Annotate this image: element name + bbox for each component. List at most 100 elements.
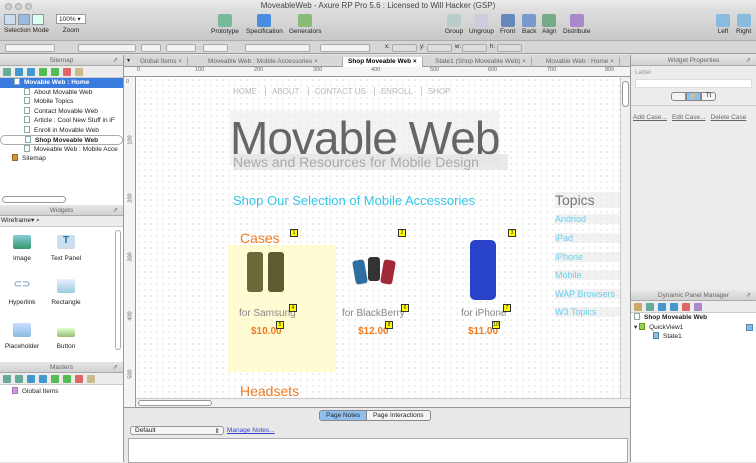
edit-state-icon[interactable] <box>694 303 702 311</box>
add-page-icon[interactable] <box>3 68 11 76</box>
widget-rectangle[interactable]: Rectangle <box>41 279 91 306</box>
widget-text-panel[interactable]: T Text Panel <box>41 235 91 262</box>
topic-link[interactable]: Mobile <box>555 270 620 280</box>
sitemap-item[interactable]: Moveable Web : Mobile Acce <box>0 144 123 155</box>
canvas-horizontal-scrollbar[interactable] <box>136 398 630 407</box>
delete-page-icon[interactable] <box>63 68 71 76</box>
tab-movable-web-home[interactable]: Movable Web : Home × <box>541 57 620 67</box>
master-item[interactable]: Global Items <box>0 387 123 397</box>
prototype-button[interactable]: Prototype <box>211 14 239 35</box>
delete-case-link[interactable]: Delete Case <box>711 114 747 121</box>
y-input[interactable] <box>427 44 452 52</box>
sitemap-item[interactable]: Contact Movable Web <box>0 106 123 117</box>
move-up-icon[interactable] <box>658 303 666 311</box>
widget-button[interactable]: Button <box>41 323 91 350</box>
pin-icon[interactable]: ⇗ <box>746 290 751 301</box>
indent-icon[interactable] <box>51 375 59 383</box>
outdent-icon[interactable] <box>51 68 59 76</box>
tab-page-notes[interactable]: Page Notes <box>320 411 366 420</box>
left-panel-toggle[interactable]: Left <box>716 14 730 35</box>
tab-mobile-accessories[interactable]: Moveable Web : Mobile Accessories × <box>203 57 343 67</box>
delete-icon[interactable] <box>682 303 690 311</box>
sitemap-item[interactable]: Mobile Topics <box>0 97 123 107</box>
product-name[interactable]: for iPhone <box>461 308 507 319</box>
tab-state1[interactable]: State1 (Shop Moveable Web) × <box>430 57 532 67</box>
back-button[interactable]: Back <box>522 14 536 35</box>
topic-link[interactable]: WAP Browsers <box>555 289 620 299</box>
notes-select[interactable]: Default ⇕ <box>130 426 224 435</box>
move-up-icon[interactable] <box>15 68 23 76</box>
design-canvas[interactable]: HOME ABOUT CONTACT US ENROLL SHOP Movable We… <box>136 77 620 398</box>
group-button[interactable]: Group <box>445 14 463 35</box>
iphone-case-image[interactable] <box>470 240 496 300</box>
sitemap-item[interactable]: About Movable Web <box>0 87 123 98</box>
formatting-icon[interactable]: Tt <box>701 92 716 101</box>
connector-mode-icon[interactable] <box>32 14 44 25</box>
add-panel-icon[interactable] <box>634 303 642 311</box>
topic-link[interactable]: iPad <box>555 233 620 243</box>
sitemap-node[interactable]: Sitemap <box>0 154 123 164</box>
move-down-icon[interactable] <box>27 68 35 76</box>
nav-contact[interactable]: CONTACT US <box>314 87 375 96</box>
dp-page-item[interactable]: Shop Moveable Web <box>631 313 756 323</box>
tab-global-items[interactable]: Global Items × <box>135 57 189 67</box>
border-buttons[interactable] <box>320 44 370 52</box>
zoom-window-button[interactable] <box>25 3 32 10</box>
widget-library-select[interactable]: Wireframe▾ ⌕ <box>0 216 123 227</box>
scroll-thumb[interactable] <box>622 81 629 107</box>
x-input[interactable] <box>392 44 417 52</box>
h-input[interactable] <box>497 44 522 52</box>
footnote-marker[interactable]: 3 <box>508 229 516 237</box>
add-folder-icon[interactable] <box>15 375 23 383</box>
tab-menu-icon[interactable]: ▾ <box>127 57 130 64</box>
product-name[interactable]: for BlackBerry <box>342 308 405 319</box>
text-style-buttons[interactable] <box>166 44 196 52</box>
text-color-button[interactable] <box>203 44 228 52</box>
panel-visibility-icon[interactable] <box>746 323 753 331</box>
pin-icon[interactable]: ⇗ <box>746 55 751 66</box>
topic-link[interactable]: iPhone <box>555 252 620 262</box>
nav-shop[interactable]: SHOP <box>428 87 451 96</box>
specification-button[interactable]: Specification <box>246 14 283 35</box>
tab-page-interactions[interactable]: Page Interactions <box>365 411 430 420</box>
canvas-vertical-scrollbar[interactable] <box>620 77 630 398</box>
dp-state-item[interactable]: State1 <box>631 332 756 342</box>
interactions-icon[interactable]: ⚡ <box>686 92 701 101</box>
master-properties-icon[interactable] <box>87 375 95 383</box>
selection-mode-group[interactable]: Selection Mode <box>4 14 49 34</box>
style-select[interactable] <box>5 44 55 52</box>
dp-panel-item[interactable]: ▾ QuickView1 <box>631 322 756 333</box>
nav-enroll[interactable]: ENROLL <box>380 87 422 96</box>
footnote-marker[interactable]: 6 <box>401 304 409 312</box>
nav-about[interactable]: ABOUT <box>272 87 309 96</box>
footnote-marker[interactable]: 4 <box>289 304 297 312</box>
nav-home[interactable]: HOME <box>233 87 266 96</box>
product-name[interactable]: for Samsung <box>239 308 296 319</box>
footnote-marker[interactable]: 2 <box>398 229 406 237</box>
scroll-thumb[interactable] <box>138 400 212 406</box>
blackberry-case-image[interactable] <box>352 259 368 285</box>
horizontal-scrollbar[interactable] <box>2 196 66 203</box>
samsung-case-image[interactable] <box>247 252 263 292</box>
ungroup-button[interactable]: Ungroup <box>469 14 494 35</box>
minimize-window-button[interactable] <box>15 3 22 10</box>
select-intersect-icon[interactable] <box>4 14 16 25</box>
w-input[interactable] <box>462 44 487 52</box>
front-button[interactable]: Front <box>500 14 515 35</box>
widgets-scrollbar[interactable] <box>115 230 121 350</box>
indent-icon[interactable] <box>39 68 47 76</box>
topic-link[interactable]: Andriod <box>555 214 620 224</box>
outdent-icon[interactable] <box>63 375 71 383</box>
move-down-icon[interactable] <box>670 303 678 311</box>
footnote-marker[interactable]: 5 <box>276 321 284 329</box>
alignment-buttons[interactable] <box>245 44 310 52</box>
footnote-marker[interactable]: 8 <box>385 321 393 329</box>
annotation-icon[interactable] <box>671 92 686 101</box>
add-case-link[interactable]: Add Case... <box>633 114 667 121</box>
manage-notes-link[interactable]: Manage Notes... <box>227 427 275 434</box>
pin-icon[interactable]: ⇗ <box>113 55 118 66</box>
close-window-button[interactable] <box>5 3 12 10</box>
move-up-icon[interactable] <box>27 375 35 383</box>
tab-shop-moveable-web[interactable]: Shop Moveable Web × <box>343 57 423 67</box>
generators-button[interactable]: Generators <box>289 14 322 35</box>
